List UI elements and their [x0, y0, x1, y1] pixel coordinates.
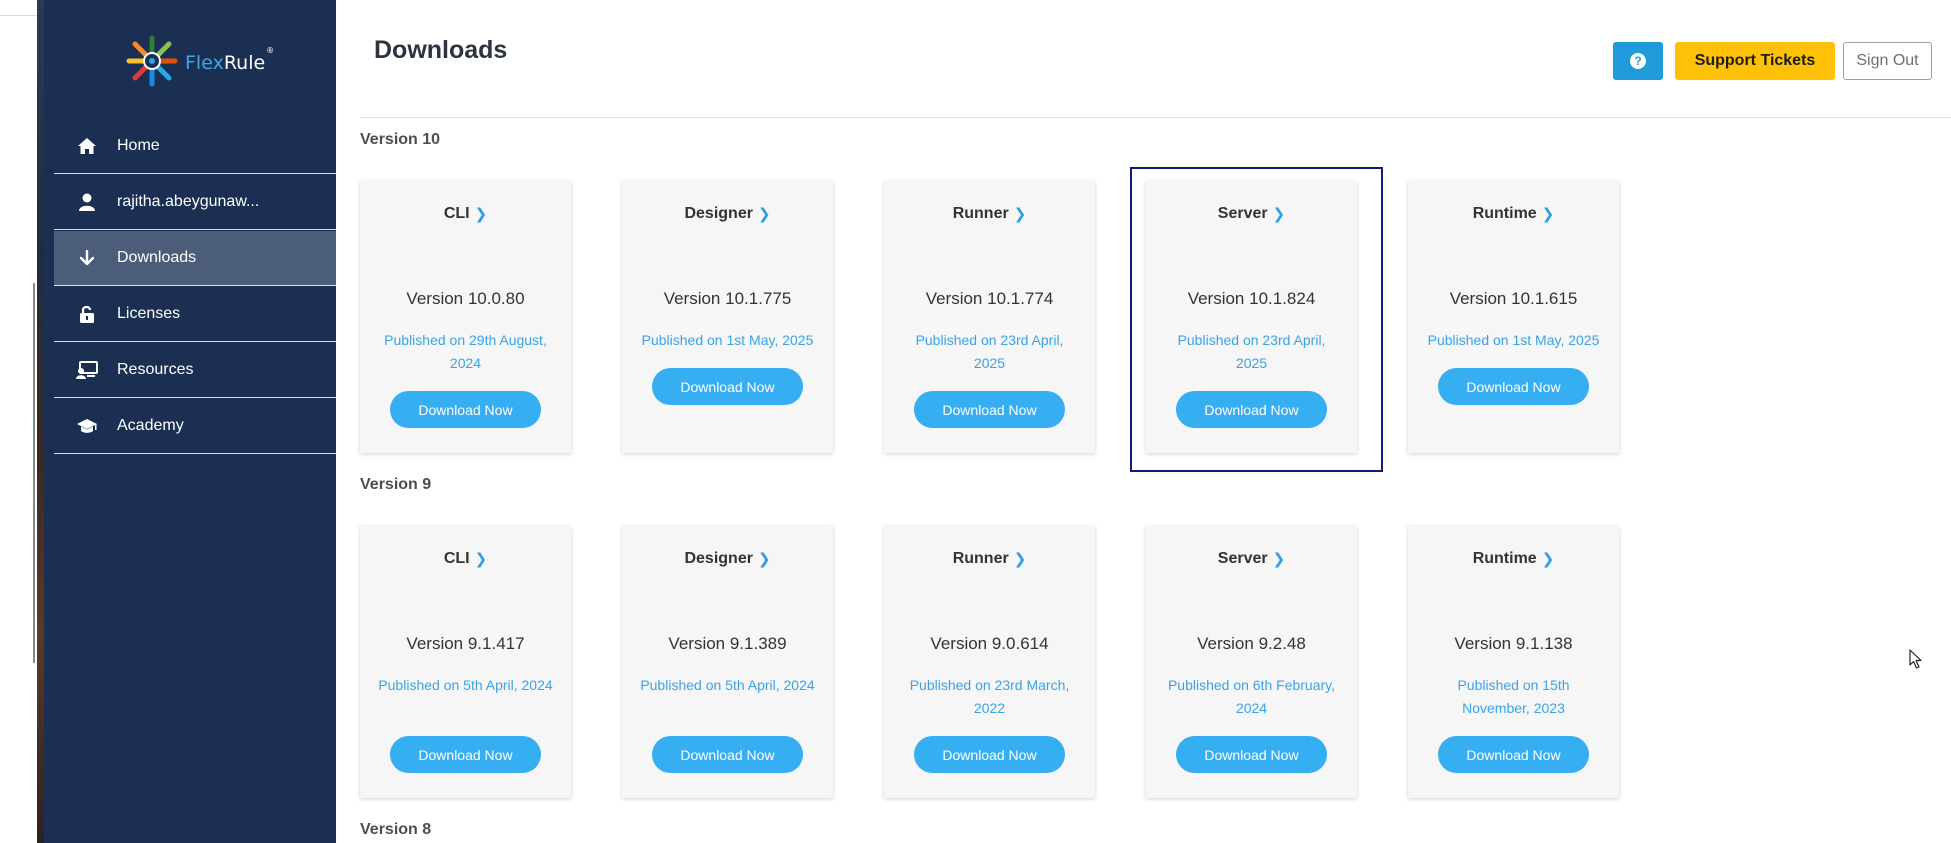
sidebar-item-label: Downloads	[117, 249, 197, 266]
product-link[interactable]: CLI ❯	[360, 205, 571, 223]
background-image	[37, 0, 44, 843]
section-heading: Version 8	[360, 821, 432, 838]
download-now-button[interactable]: Download Now	[914, 391, 1065, 428]
flexrule-wordmark: FlexRule®	[185, 45, 275, 74]
page-title: Downloads	[374, 36, 508, 64]
download-now-button[interactable]: Download Now	[390, 736, 541, 773]
download-card-v9-designer: Designer ❯ Version 9.1.389 Published on 5…	[622, 526, 833, 798]
desktop-user-icon	[76, 359, 98, 381]
version-text: Version 9.1.389	[668, 634, 787, 653]
product-link[interactable]: Designer ❯	[622, 550, 833, 568]
chevron-right-icon: ❯	[1272, 206, 1286, 223]
download-now-button[interactable]: Download Now	[1438, 736, 1589, 773]
sidebar-item-label: Home	[117, 137, 160, 154]
flexrule-logo-icon	[126, 35, 178, 87]
download-card-v10-designer: Designer ❯ Version 10.1.775 Published on …	[622, 181, 833, 453]
sidebar-item-label: rajitha.abeygunaw...	[117, 193, 260, 210]
published-date: Published on 1st May, 2025	[641, 332, 814, 348]
download-now-button[interactable]: Download Now	[1438, 368, 1589, 405]
sign-out-button[interactable]: Sign Out	[1843, 42, 1932, 80]
product-link[interactable]: CLI ❯	[360, 550, 571, 568]
mouse-cursor-icon	[1909, 649, 1922, 669]
flexrule-logo[interactable]: FlexRule®	[121, 30, 274, 92]
download-card-v9-runner: Runner ❯ Version 9.0.614 Published on 23r…	[884, 526, 1095, 798]
unlock-icon	[76, 303, 98, 325]
download-now-button[interactable]: Download Now	[652, 368, 803, 405]
published-date: Published on 6th February, 2024	[1167, 677, 1336, 716]
product-link[interactable]: Designer ❯	[622, 205, 833, 223]
help-button[interactable]: ?	[1613, 42, 1663, 80]
user-icon	[76, 191, 98, 213]
download-card-v9-runtime: Runtime ❯ Version 9.1.138 Published on 15…	[1408, 526, 1619, 798]
product-link[interactable]: Runner ❯	[884, 550, 1095, 568]
chevron-right-icon: ❯	[757, 551, 771, 568]
download-now-button[interactable]: Download Now	[652, 736, 803, 773]
version-text: Version 10.1.775	[663, 289, 792, 308]
section-heading: Version 10	[360, 131, 441, 148]
chevron-right-icon: ❯	[1272, 551, 1286, 568]
chevron-right-icon: ❯	[757, 206, 771, 223]
published-date: Published on 5th April, 2024	[640, 677, 815, 693]
download-now-button[interactable]: Download Now	[390, 391, 541, 428]
version-text: Version 10.1.615	[1449, 289, 1578, 308]
section-heading: Version 9	[360, 476, 432, 493]
download-now-button[interactable]: Download Now	[914, 736, 1065, 773]
version-text: Version 9.0.614	[930, 634, 1049, 653]
product-link[interactable]: Runtime ❯	[1408, 205, 1619, 223]
published-date: Published on 1st May, 2025	[1427, 332, 1600, 348]
download-arrow-icon	[76, 247, 98, 269]
chevron-right-icon: ❯	[1013, 206, 1027, 223]
product-link[interactable]: Server ❯	[1146, 550, 1357, 568]
download-card-v10-server: Server ❯ Version 10.1.824 Published on 23…	[1146, 181, 1357, 453]
version-text: Version 9.1.417	[406, 634, 525, 653]
version-text: Version 9.1.138	[1454, 634, 1573, 653]
sidebar-item-label: Licenses	[117, 305, 181, 322]
product-link[interactable]: Server ❯	[1146, 205, 1357, 223]
home-icon	[76, 135, 98, 157]
sidebar-item-label: Resources	[117, 361, 194, 378]
version-text: Version 10.1.774	[925, 289, 1054, 308]
published-date: Published on 23rd April, 2025	[1177, 332, 1326, 371]
published-date: Published on 23rd April, 2025	[915, 332, 1064, 371]
published-date: Published on 5th April, 2024	[378, 677, 553, 693]
published-date: Published on 23rd March, 2022	[909, 677, 1070, 716]
chevron-right-icon: ❯	[1013, 551, 1027, 568]
download-now-button[interactable]: Download Now	[1176, 391, 1327, 428]
download-card-v10-cli: CLI ❯ Version 10.0.80 Published on 29th A…	[360, 181, 571, 453]
sidebar-item-academy[interactable]: Academy	[54, 399, 336, 454]
published-date: Published on 15th November, 2023	[1457, 677, 1570, 716]
product-link[interactable]: Runner ❯	[884, 205, 1095, 223]
version-text: Version 10.0.80	[406, 289, 525, 308]
chevron-right-icon: ❯	[1541, 551, 1555, 568]
graduation-cap-icon	[76, 415, 98, 437]
header-divider	[360, 117, 1951, 118]
published-date: Published on 29th August, 2024	[384, 332, 547, 371]
chevron-right-icon: ❯	[1541, 206, 1555, 223]
support-tickets-button[interactable]: Support Tickets	[1675, 42, 1835, 80]
edge-scrollbar[interactable]	[33, 283, 35, 663]
download-now-button[interactable]: Download Now	[1176, 736, 1327, 773]
browser-edge	[0, 0, 44, 843]
sidebar-item-resources[interactable]: Resources	[54, 343, 336, 398]
download-card-v10-runtime: Runtime ❯ Version 10.1.615 Published on 1…	[1408, 181, 1619, 453]
sidebar: FlexRule® Home rajitha.abeygunaw... Down…	[44, 0, 336, 843]
sidebar-item-home[interactable]: Home	[54, 119, 336, 174]
sidebar-item-profile[interactable]: rajitha.abeygunaw...	[54, 175, 336, 230]
sidebar-item-downloads[interactable]: Downloads	[54, 231, 336, 286]
chevron-right-icon: ❯	[474, 206, 488, 223]
version-text: Version 10.1.824	[1187, 289, 1316, 308]
sidebar-nav: Home rajitha.abeygunaw... Downloads Lice…	[54, 119, 336, 455]
download-card-v9-server: Server ❯ Version 9.2.48 Published on 6th …	[1146, 526, 1357, 798]
download-card-v10-runner: Runner ❯ Version 10.1.774 Published on 23…	[884, 181, 1095, 453]
version-text: Version 9.2.48	[1197, 634, 1306, 653]
sidebar-item-label: Academy	[117, 417, 184, 434]
sidebar-item-licenses[interactable]: Licenses	[54, 287, 336, 342]
question-icon: ?	[1630, 53, 1646, 69]
chevron-right-icon: ❯	[474, 551, 488, 568]
product-link[interactable]: Runtime ❯	[1408, 550, 1619, 568]
download-card-v9-cli: CLI ❯ Version 9.1.417 Published on 5th Ap…	[360, 526, 571, 798]
